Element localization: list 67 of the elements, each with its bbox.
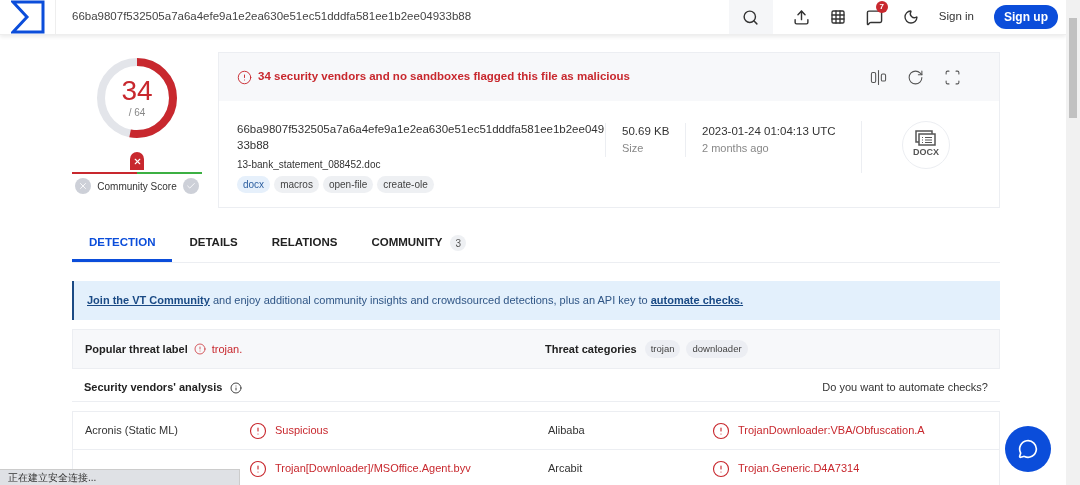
alert-icon [249, 459, 267, 478]
threat-label-title: Popular threat label [85, 341, 188, 357]
file-type-label: DOCX [913, 146, 939, 160]
threat-category-tag[interactable]: downloader [686, 339, 748, 359]
document-icon [915, 130, 937, 147]
tab[interactable]: RELATIONS [254, 227, 355, 262]
close-icon [132, 156, 142, 166]
sign-in-link[interactable]: Sign in [938, 8, 974, 26]
file-tag[interactable]: create-ole [377, 176, 434, 193]
tab[interactable]: DETAILS [172, 227, 255, 262]
automate-checks-prompt[interactable]: Do you want to automate checks? [822, 379, 988, 396]
vendor-name: Acronis (Static ML) [84, 423, 179, 439]
alert-message: 34 security vendors and no sandboxes flagged this file as malicious [258, 69, 631, 85]
scan-date-relative: 2 months ago [702, 141, 770, 157]
search-field[interactable]: 66ba9807f532505a7a6a4efe9a1e2ea630e51ec51dddfa581ee1b2ee04933b88 [56, 8, 729, 26]
scan-date: 2023-01-24 01:04:13 UTC [702, 124, 837, 139]
detection-result: Trojan[Downloader]/MSOffice.Agent.byv [275, 461, 471, 477]
detection-result: TrojanDownloader:VBA/Obfuscation.A [738, 423, 925, 439]
status-bar: 正在建立安全连接... [0, 469, 240, 485]
check-icon [185, 181, 196, 191]
sign-up-button[interactable]: Sign up [994, 5, 1058, 29]
info-icon[interactable] [230, 381, 243, 394]
scan-icon[interactable] [944, 68, 961, 86]
help-chat-button[interactable] [1005, 426, 1051, 472]
alert-icon [193, 343, 206, 355]
detection-result: Suspicious [275, 423, 329, 439]
detection-result: Trojan.Generic.D4A7314 [738, 461, 860, 477]
chat-bubble-icon [1018, 439, 1038, 459]
notification-badge: 7 [875, 0, 888, 13]
alert-icon [712, 421, 730, 440]
vendor-name: Arcabit [547, 461, 584, 477]
alert-icon [237, 69, 252, 85]
alert-icon [249, 421, 267, 440]
upload-icon[interactable] [792, 8, 810, 26]
file-tag[interactable]: open-file [322, 176, 374, 193]
threat-category-tag[interactable]: trojan [644, 339, 681, 359]
file-name: 13-bank_statement_088452.doc [237, 158, 382, 172]
scrollbar[interactable] [1066, 0, 1080, 485]
threat-label-value: trojan. [211, 341, 243, 357]
detection-count: 34 [121, 76, 153, 105]
compare-icon[interactable] [870, 68, 887, 86]
vendors-analysis-title: Security vendors' analysis [84, 380, 223, 396]
file-hash-line: 33b88 [237, 138, 270, 153]
detection-total: / 64 [128, 105, 146, 120]
file-tag[interactable]: docx [237, 176, 271, 193]
reanalyze-icon[interactable] [907, 68, 924, 86]
logo-icon[interactable] [10, 0, 45, 34]
banner-text: Join the VT Community and enjoy additional community insights and crowdsourced detections, plus an API key to automate checks. [87, 293, 744, 309]
close-icon [78, 181, 89, 191]
search-button[interactable] [728, 0, 773, 34]
file-hash-line: 66ba9807f532505a7a6a4efe9a1e2ea630e51ec51dddfa581ee1b2ee049 [237, 122, 605, 137]
moon-icon[interactable] [902, 9, 919, 25]
vendor-name: Alibaba [547, 423, 586, 439]
tab-count: 3 [450, 235, 467, 251]
community-score-label: Community Score [97, 179, 177, 194]
join-community-link[interactable]: Join the VT Community [87, 294, 210, 307]
tab[interactable]: DETECTION [72, 227, 173, 262]
threat-categories-title: Threat categories [545, 341, 637, 357]
search-icon [742, 8, 760, 26]
automate-checks-link[interactable]: automate checks. [650, 294, 744, 307]
size-label: Size [622, 141, 645, 157]
alert-icon [712, 459, 730, 478]
file-tag[interactable]: macros [274, 176, 319, 193]
apps-grid-icon[interactable] [829, 9, 846, 25]
file-size: 50.69 KB [622, 124, 671, 139]
tab[interactable]: COMMUNITY 3 [354, 227, 484, 262]
chat-icon[interactable] [865, 8, 883, 26]
